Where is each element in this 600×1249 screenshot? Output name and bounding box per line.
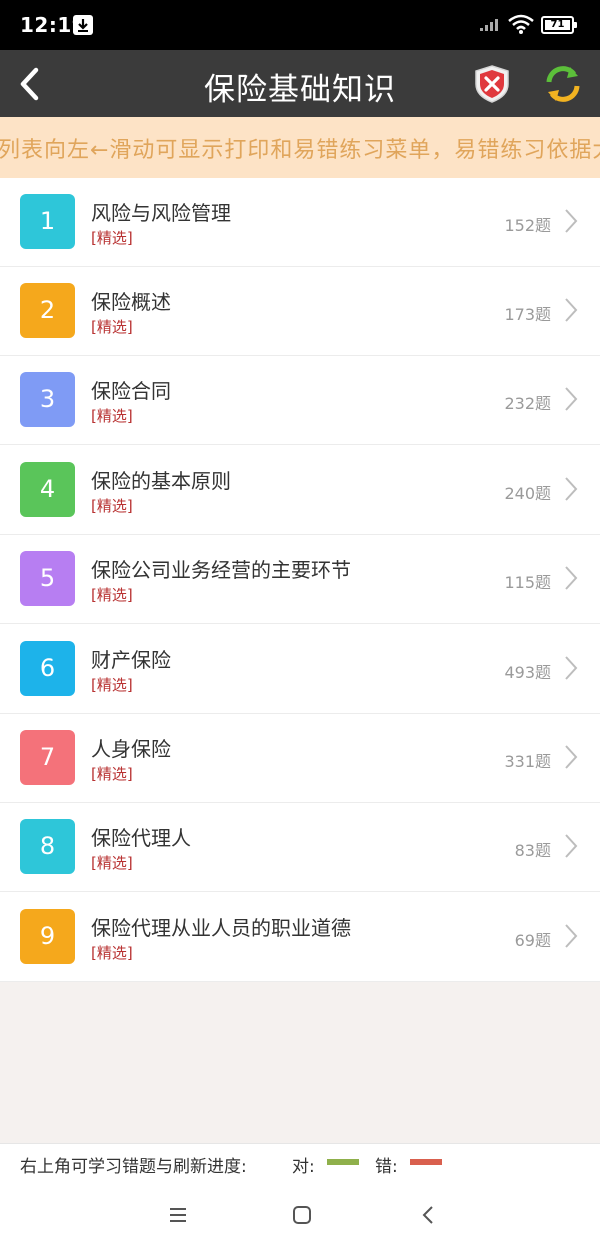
menu-icon[interactable] <box>163 1200 193 1230</box>
chapter-number-badge: 9 <box>20 909 75 964</box>
header: 保险基础知识 <box>0 50 600 117</box>
chapter-title: 保险代理人 <box>91 826 191 850</box>
chapter-number-badge: 2 <box>20 283 75 338</box>
chapter-row-9[interactable]: 9 保险代理从业人员的职业道德 [精选] 69题 <box>0 893 600 982</box>
chevron-right-icon <box>565 477 578 501</box>
home-icon[interactable] <box>287 1200 317 1230</box>
chapter-number-badge: 7 <box>20 730 75 785</box>
chapter-title: 风险与风险管理 <box>91 201 231 225</box>
shield-x-icon[interactable] <box>473 64 511 104</box>
system-nav-bar <box>0 1180 600 1249</box>
featured-tag: [精选] <box>91 229 133 247</box>
chapter-number-badge: 4 <box>20 462 75 517</box>
chapter-row-3[interactable]: 3 保险合同 [精选] 232题 <box>0 356 600 445</box>
chapter-number-badge: 3 <box>20 372 75 427</box>
chapter-title: 保险概述 <box>91 290 171 314</box>
chevron-right-icon <box>565 387 578 411</box>
chevron-right-icon <box>565 834 578 858</box>
chapter-row-6[interactable]: 6 财产保险 [精选] 493题 <box>0 625 600 714</box>
progress-legend: 右上角可学习错题与刷新进度: 对: 错: <box>0 1143 600 1180</box>
chapter-title: 财产保险 <box>91 648 171 672</box>
chapter-list: 1 风险与风险管理 [精选] 152题 2 保险概述 [精选] 173题 3 保… <box>0 178 600 982</box>
correct-label: 对: <box>292 1157 315 1177</box>
featured-tag: [精选] <box>91 497 133 515</box>
featured-tag: [精选] <box>91 854 133 872</box>
refresh-icon[interactable] <box>543 64 583 104</box>
featured-tag: [精选] <box>91 765 133 783</box>
chapter-row-7[interactable]: 7 人身保险 [精选] 331题 <box>0 714 600 803</box>
question-count: 493题 <box>504 663 551 682</box>
chapter-title: 人身保险 <box>91 737 171 761</box>
featured-tag: [精选] <box>91 407 133 425</box>
chapter-title: 保险合同 <box>91 379 171 403</box>
featured-tag: [精选] <box>91 586 133 604</box>
correct-color-swatch <box>327 1159 359 1165</box>
chevron-right-icon <box>565 745 578 769</box>
featured-tag: [精选] <box>91 318 133 336</box>
notice-marquee: 列表向左←滑动可显示打印和易错练习菜单，易错练习依据大数 <box>0 117 600 178</box>
question-count: 152题 <box>504 216 551 235</box>
question-count: 69题 <box>514 931 551 950</box>
chapter-row-4[interactable]: 4 保险的基本原则 [精选] 240题 <box>0 446 600 535</box>
chapter-title: 保险的基本原则 <box>91 469 231 493</box>
legend-hint: 右上角可学习错题与刷新进度: <box>20 1157 247 1177</box>
wifi-icon <box>508 14 534 34</box>
battery-level: 71 <box>550 19 565 30</box>
featured-tag: [精选] <box>91 676 133 694</box>
chevron-right-icon <box>565 298 578 322</box>
chapter-number-badge: 8 <box>20 819 75 874</box>
chapter-row-5[interactable]: 5 保险公司业务经营的主要环节 [精选] 115题 <box>0 535 600 624</box>
question-count: 232题 <box>504 394 551 413</box>
chapter-title: 保险代理从业人员的职业道德 <box>91 916 351 940</box>
chapter-row-8[interactable]: 8 保险代理人 [精选] 83题 <box>0 803 600 892</box>
chevron-right-icon <box>565 209 578 233</box>
chapter-number-badge: 5 <box>20 551 75 606</box>
wrong-color-swatch <box>410 1159 442 1165</box>
back-icon[interactable] <box>414 1200 444 1230</box>
battery-icon: 71 <box>541 16 577 34</box>
wrong-label: 错: <box>375 1157 398 1177</box>
question-count: 240题 <box>504 484 551 503</box>
signal-icon <box>480 19 498 31</box>
featured-tag: [精选] <box>91 944 133 962</box>
question-count: 83题 <box>514 841 551 860</box>
chapter-number-badge: 1 <box>20 194 75 249</box>
download-icon <box>73 15 93 35</box>
question-count: 173题 <box>504 305 551 324</box>
chevron-right-icon <box>565 924 578 948</box>
chevron-right-icon <box>565 566 578 590</box>
question-count: 331题 <box>504 752 551 771</box>
chevron-right-icon <box>565 656 578 680</box>
chapter-row-2[interactable]: 2 保险概述 [精选] 173题 <box>0 267 600 356</box>
chapter-title: 保险公司业务经营的主要环节 <box>91 558 351 582</box>
notice-text: 列表向左←滑动可显示打印和易错练习菜单，易错练习依据大数 <box>0 138 600 163</box>
question-count: 115题 <box>504 573 551 592</box>
chapter-number-badge: 6 <box>20 641 75 696</box>
chapter-row-1[interactable]: 1 风险与风险管理 [精选] 152题 <box>0 178 600 267</box>
status-bar: 12:19 71 <box>0 0 600 50</box>
